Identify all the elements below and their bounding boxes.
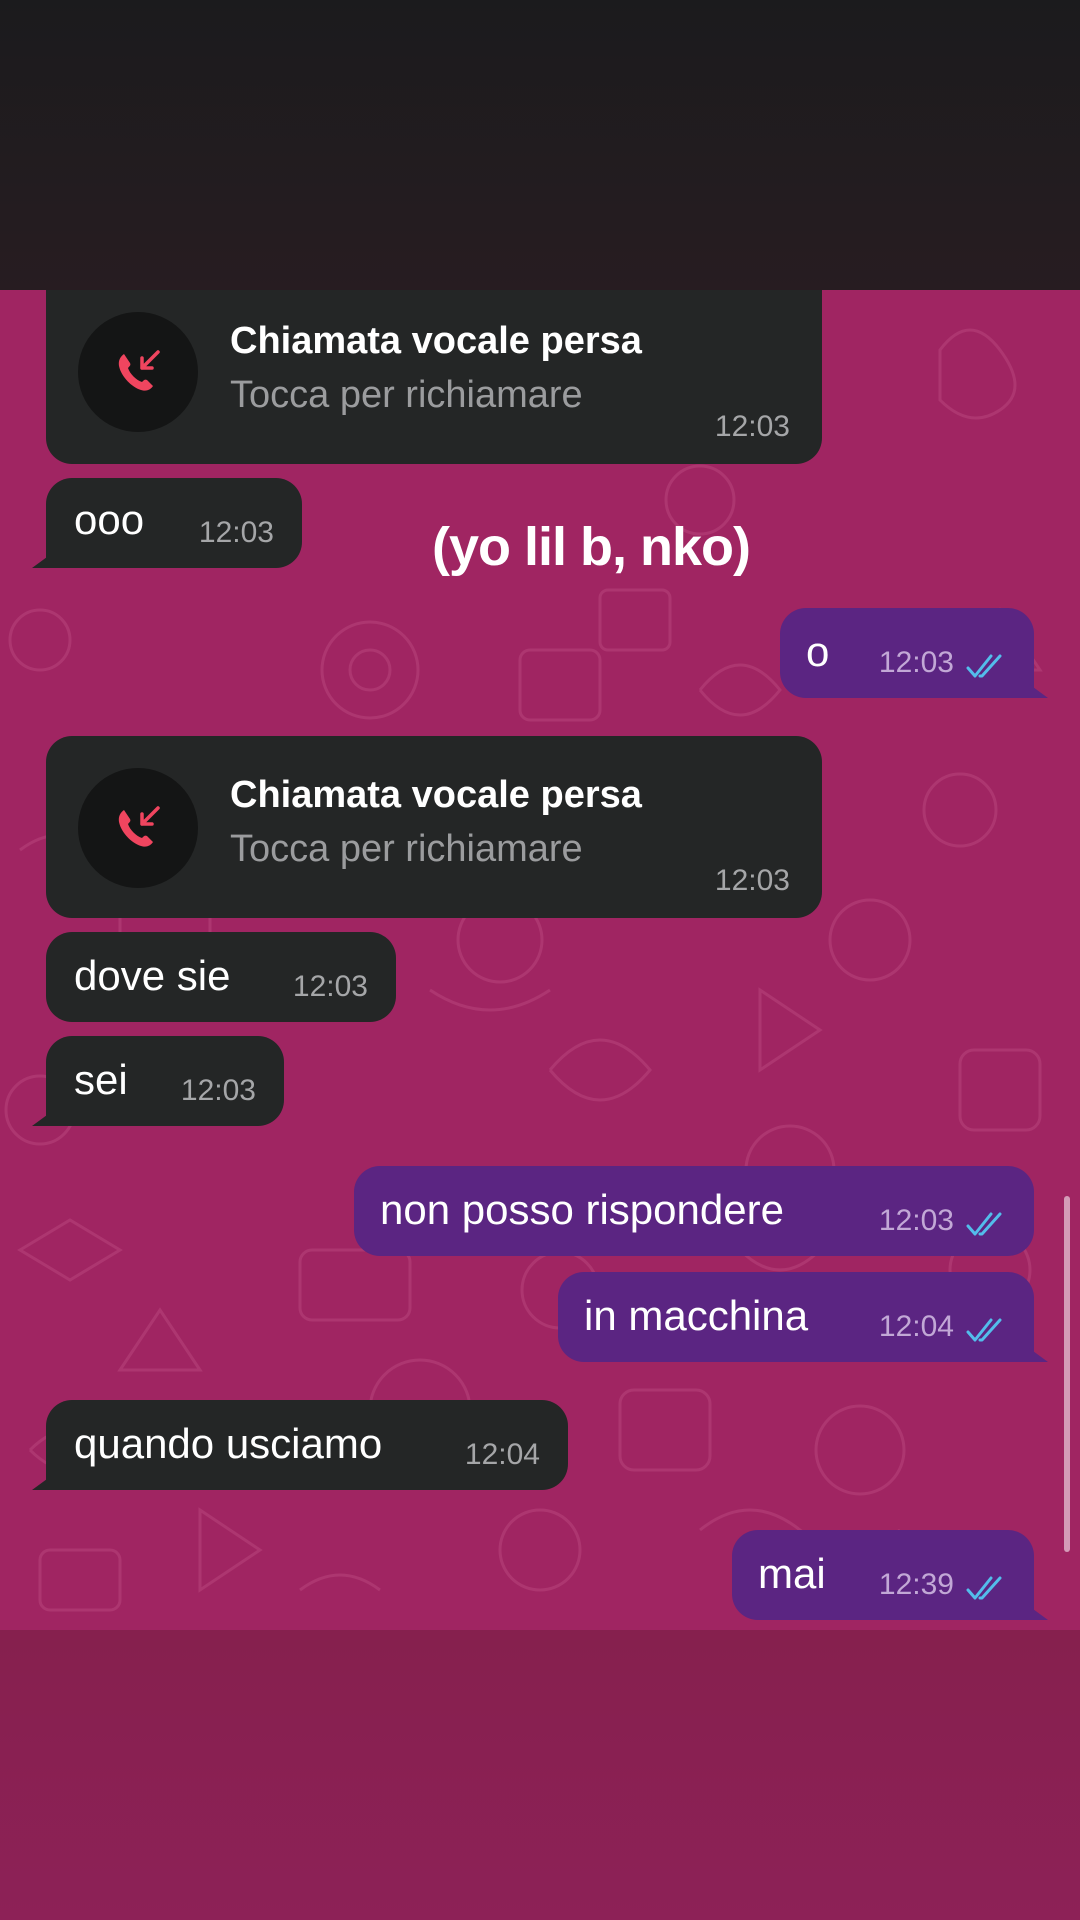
incoming-message[interactable]: quando usciamo 12:04 [32,1400,568,1490]
message-text: non posso rispondere [380,1186,784,1233]
incoming-message[interactable]: ooo 12:03 [32,478,302,568]
missed-call-bubble[interactable]: Chiamata vocale persa Tocca per richiama… [46,290,822,464]
call-subtitle: Tocca per richiamare [230,374,583,416]
call-title: Chiamata vocale persa [230,774,642,816]
missed-call-icon [78,768,198,888]
missed-call-bubble[interactable]: Chiamata vocale persa Tocca per richiama… [46,736,822,918]
message-time: 12:03 [878,646,954,679]
outgoing-message[interactable]: non posso rispondere 12:03 [354,1166,1034,1256]
missed-call-icon [78,312,198,432]
message-text: o [806,628,830,675]
read-receipt-icon [966,654,1002,678]
message-time: 12:04 [464,1438,540,1471]
top-band [0,0,1080,290]
story-caption-text: (yo lil b, nko) [432,517,751,577]
message-text: mai [758,1550,826,1597]
outgoing-message[interactable]: o 12:03 [780,608,1048,698]
message-time: 12:03 [292,970,368,1003]
message-time: 12:03 [714,410,790,443]
incoming-message[interactable]: dove sie 12:03 [46,932,396,1022]
message-text: dove sie [74,952,231,999]
message-time: 12:03 [878,1204,954,1237]
outgoing-message[interactable]: in macchina 12:04 [558,1272,1048,1362]
outgoing-message[interactable]: mai 12:39 [732,1530,1048,1620]
message-time: 12:39 [878,1568,954,1601]
message-text: ooo [74,496,145,543]
read-receipt-icon [966,1318,1002,1342]
scrollbar[interactable] [1064,1196,1070,1552]
call-title: Chiamata vocale persa [230,320,642,362]
message-text: quando usciamo [74,1420,383,1467]
message-time: 12:03 [198,516,274,549]
message-time: 12:03 [714,864,790,897]
message-time: 12:04 [878,1310,954,1343]
read-receipt-icon [966,1212,1002,1236]
message-text: sei [74,1056,128,1103]
read-receipt-icon [966,1576,1002,1600]
bottom-band [0,1630,1080,1920]
message-text: in macchina [584,1292,809,1339]
call-subtitle: Tocca per richiamare [230,828,583,870]
incoming-message[interactable]: sei 12:03 [32,1036,284,1126]
message-time: 12:03 [180,1074,256,1107]
